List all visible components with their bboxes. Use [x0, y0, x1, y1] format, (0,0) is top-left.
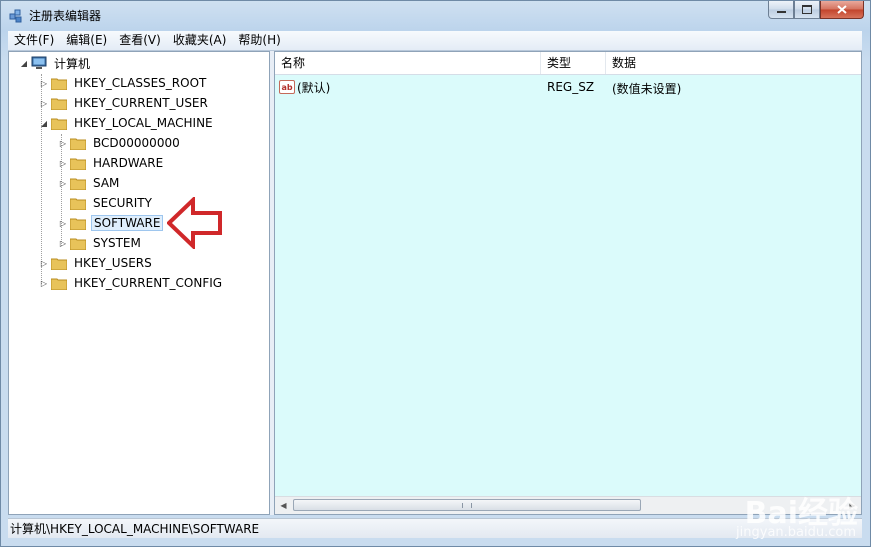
column-header-type[interactable]: 类型 [541, 52, 606, 74]
menu-view[interactable]: 查看(V) [113, 31, 167, 50]
menu-help[interactable]: 帮助(H) [232, 31, 286, 50]
menu-file[interactable]: 文件(F) [8, 31, 60, 50]
column-header-name[interactable]: 名称 [275, 52, 541, 74]
tree-node-hku[interactable]: ▷ HKEY_USERS [39, 253, 154, 273]
expand-arrow-icon[interactable]: ▷ [58, 238, 68, 248]
tree-node-sam[interactable]: ▷ SAM [58, 173, 121, 193]
close-icon [837, 5, 847, 14]
window-title: 注册表编辑器 [29, 9, 102, 23]
tree-node-computer[interactable]: ◢ 计算机 [19, 53, 92, 73]
folder-icon [70, 238, 86, 250]
tree-node-security[interactable]: SECURITY [58, 193, 154, 213]
registry-editor-icon [9, 9, 22, 23]
minimize-button[interactable] [768, 1, 794, 19]
folder-icon [51, 278, 67, 290]
no-expander [58, 198, 68, 208]
close-button[interactable] [820, 1, 864, 19]
menu-edit[interactable]: 编辑(E) [60, 31, 113, 50]
expand-arrow-icon[interactable]: ▷ [58, 158, 68, 168]
minimize-icon [776, 10, 786, 13]
expand-arrow-icon[interactable]: ▷ [39, 278, 49, 288]
folder-icon [70, 198, 86, 210]
tree-label-hkcr: HKEY_CLASSES_ROOT [74, 76, 207, 90]
status-path: 计算机\HKEY_LOCAL_MACHINE\SOFTWARE [10, 522, 260, 536]
annotation-arrow-icon [167, 197, 222, 249]
tree-node-bcd[interactable]: ▷ BCD00000000 [58, 133, 182, 153]
tree-label-sam: SAM [93, 176, 120, 190]
folder-icon [70, 138, 86, 150]
expand-arrow-icon[interactable]: ▷ [39, 78, 49, 88]
collapse-arrow-icon[interactable]: ◢ [19, 58, 29, 68]
folder-icon [51, 98, 67, 110]
expand-arrow-icon[interactable]: ▷ [39, 98, 49, 108]
value-data: (数值未设置) [612, 82, 682, 96]
scrollbar-thumb[interactable] [293, 499, 641, 511]
computer-icon [31, 56, 47, 69]
tree-label-hkcc: HKEY_CURRENT_CONFIG [74, 276, 223, 290]
title-bar[interactable]: 注册表编辑器 [1, 1, 870, 29]
folder-icon [70, 158, 86, 170]
folder-icon [51, 78, 67, 90]
tree-node-hklm[interactable]: ◢ HKEY_LOCAL_MACHINE [39, 113, 215, 133]
maximize-icon [802, 5, 812, 14]
grip-icon [462, 503, 472, 508]
value-name-cell: ab (默认) [279, 78, 330, 96]
registry-editor-window: 注册表编辑器 文件(F) 编辑(E) 查看(V) 收藏夹(A) 帮助(H) ◢ [0, 0, 871, 547]
tree-node-hkcu[interactable]: ▷ HKEY_CURRENT_USER [39, 93, 210, 113]
expand-arrow-icon[interactable]: ▷ [58, 178, 68, 188]
menu-favorites[interactable]: 收藏夹(A) [167, 31, 233, 50]
tree-node-software[interactable]: ▷ SOFTWARE [58, 213, 164, 233]
menu-bar: 文件(F) 编辑(E) 查看(V) 收藏夹(A) 帮助(H) [8, 31, 862, 51]
tree-label-bcd: BCD00000000 [93, 136, 180, 150]
tree-label-computer: 计算机 [54, 56, 91, 71]
tree-label-hklm: HKEY_LOCAL_MACHINE [74, 116, 213, 130]
expand-arrow-icon[interactable]: ▷ [39, 258, 49, 268]
collapse-arrow-icon[interactable]: ◢ [39, 118, 49, 128]
values-list-pane[interactable]: 名称 类型 数据 ab (默认) REG_SZ (数值未设置) ◀ ▶ [274, 51, 862, 515]
caption-buttons [768, 1, 864, 21]
folder-icon [70, 218, 86, 230]
tree-label-hardware: HARDWARE [93, 156, 164, 170]
tree-label-system: SYSTEM [93, 236, 141, 250]
expand-arrow-icon[interactable]: ▷ [58, 138, 68, 148]
tree-node-hardware[interactable]: ▷ HARDWARE [58, 153, 165, 173]
folder-icon [70, 178, 86, 190]
tree-node-system[interactable]: ▷ SYSTEM [58, 233, 143, 253]
tree-node-hkcc[interactable]: ▷ HKEY_CURRENT_CONFIG [39, 273, 224, 293]
status-bar: 计算机\HKEY_LOCAL_MACHINE\SOFTWARE [8, 518, 862, 538]
column-header-data[interactable]: 数据 [606, 52, 861, 74]
tree-label-hku: HKEY_USERS [74, 256, 152, 270]
tree-node-hkcr[interactable]: ▷ HKEY_CLASSES_ROOT [39, 73, 208, 93]
expand-arrow-icon[interactable]: ▷ [58, 218, 68, 228]
value-name: (默认) [297, 80, 331, 95]
maximize-button[interactable] [794, 1, 820, 19]
tree-label-software: SOFTWARE [91, 215, 164, 231]
watermark-url: jingyan.baidu.com [736, 525, 856, 540]
folder-icon [51, 258, 67, 270]
scroll-left-icon[interactable]: ◀ [275, 497, 292, 514]
key-tree-pane[interactable]: ◢ 计算机 ▷ HKEY_CLASSES_ROOT ▷ HKEY_CURRENT… [8, 51, 270, 515]
folder-open-icon [51, 118, 67, 130]
tree-label-hkcu: HKEY_CURRENT_USER [74, 96, 208, 110]
string-value-icon: ab [279, 80, 295, 94]
list-header: 名称 类型 数据 [275, 52, 861, 75]
value-type: REG_SZ [547, 80, 595, 94]
tree-label-security: SECURITY [93, 196, 152, 210]
